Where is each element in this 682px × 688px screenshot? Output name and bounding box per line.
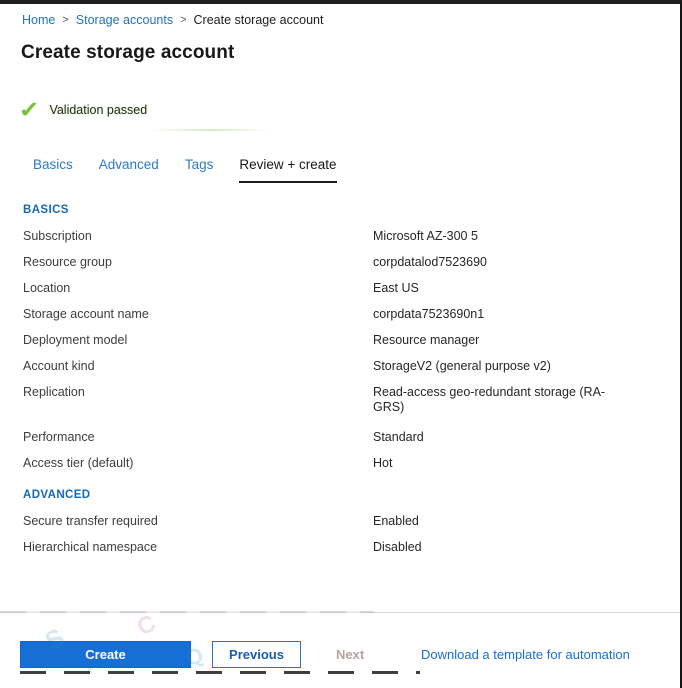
breadcrumb-separator: > xyxy=(62,14,68,26)
row-storage-account-name: Storage account name corpdata7523690n1 xyxy=(0,307,680,322)
row-access-tier: Access tier (default) Hot xyxy=(0,456,680,471)
row-label: Storage account name xyxy=(23,307,373,322)
row-label: Performance xyxy=(23,430,373,445)
row-secure-transfer: Secure transfer required Enabled xyxy=(0,514,680,529)
row-value: corpdatalod7523690 xyxy=(373,255,487,270)
row-account-kind: Account kind StorageV2 (general purpose … xyxy=(0,359,680,374)
row-value: Hot xyxy=(373,456,392,471)
row-label: Replication xyxy=(23,385,373,415)
tab-bar: Basics Advanced Tags Review + create xyxy=(33,157,680,183)
section-heading-advanced: ADVANCED xyxy=(23,489,680,501)
advanced-rows: Secure transfer required Enabled Hierarc… xyxy=(0,514,680,555)
top-border-gray-segment-right xyxy=(656,0,680,4)
row-subscription: Subscription Microsoft AZ-300 5 xyxy=(0,229,680,244)
row-performance: Performance Standard xyxy=(0,430,680,445)
create-button[interactable]: Create xyxy=(20,641,191,668)
row-label: Access tier (default) xyxy=(23,456,373,471)
create-storage-account-page: Home > Storage accounts > Create storage… xyxy=(0,0,682,688)
row-value: StorageV2 (general purpose v2) xyxy=(373,359,551,374)
next-button-disabled: Next xyxy=(336,641,364,668)
row-value: Disabled xyxy=(373,540,422,555)
validation-check-icon: ✓ xyxy=(19,99,40,121)
download-template-link[interactable]: Download a template for automation xyxy=(421,641,630,668)
validation-message: Validation passed xyxy=(49,103,147,117)
row-value: Enabled xyxy=(373,514,419,529)
section-heading-basics: BASICS xyxy=(23,204,680,216)
row-value: Microsoft AZ-300 5 xyxy=(373,229,478,244)
row-resource-group: Resource group corpdatalod7523690 xyxy=(0,255,680,270)
tab-basics[interactable]: Basics xyxy=(33,157,73,183)
basics-rows: Subscription Microsoft AZ-300 5 Resource… xyxy=(0,229,680,471)
footer-divider-shade xyxy=(0,611,374,613)
row-value: Read-access geo-redundant storage (RA-GR… xyxy=(373,385,608,415)
row-deployment-model: Deployment model Resource manager xyxy=(0,333,680,348)
bottom-torn-edge xyxy=(20,671,420,674)
row-location: Location East US xyxy=(0,281,680,296)
row-replication: Replication Read-access geo-redundant st… xyxy=(0,385,680,415)
row-label: Account kind xyxy=(23,359,373,374)
top-border-gray-segment xyxy=(70,0,220,4)
previous-button[interactable]: Previous xyxy=(212,641,301,668)
breadcrumb: Home > Storage accounts > Create storage… xyxy=(22,13,680,27)
row-value: East US xyxy=(373,281,419,296)
row-hierarchical-namespace: Hierarchical namespace Disabled xyxy=(0,540,680,555)
tab-review-create[interactable]: Review + create xyxy=(239,157,336,183)
breadcrumb-separator: > xyxy=(180,14,186,26)
row-label: Deployment model xyxy=(23,333,373,348)
breadcrumb-storage-accounts-link[interactable]: Storage accounts xyxy=(76,13,173,27)
row-label: Hierarchical namespace xyxy=(23,540,373,555)
row-value: Resource manager xyxy=(373,333,479,348)
validation-underline xyxy=(150,129,270,131)
footer-action-bar: Create Previous Next Download a template… xyxy=(0,641,680,671)
row-value: corpdata7523690n1 xyxy=(373,307,484,322)
row-label: Resource group xyxy=(23,255,373,270)
row-label: Secure transfer required xyxy=(23,514,373,529)
tab-advanced[interactable]: Advanced xyxy=(99,157,159,183)
tab-tags[interactable]: Tags xyxy=(185,157,214,183)
validation-status: ✓ Validation passed xyxy=(20,99,680,121)
row-value: Standard xyxy=(373,430,424,445)
breadcrumb-home-link[interactable]: Home xyxy=(22,13,55,27)
breadcrumb-current: Create storage account xyxy=(194,13,324,27)
row-label: Subscription xyxy=(23,229,373,244)
page-title: Create storage account xyxy=(21,42,680,64)
row-label: Location xyxy=(23,281,373,296)
